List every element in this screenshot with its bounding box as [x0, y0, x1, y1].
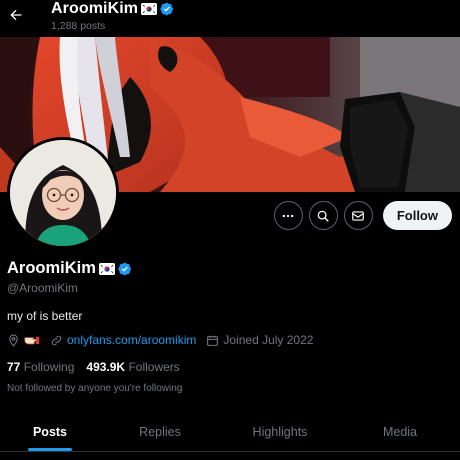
tab-media[interactable]: Media	[340, 412, 460, 451]
following-stat[interactable]: 77 Following	[7, 360, 74, 374]
pointing-hand-icon	[24, 336, 40, 345]
header-name: AroomiKim	[51, 0, 139, 17]
calendar-icon	[207, 335, 219, 346]
back-button[interactable]	[5, 4, 27, 26]
post-count: 1,288 posts	[51, 20, 106, 32]
website-link[interactable]: onlyfans.com/aroomikim	[67, 333, 196, 347]
search-icon	[318, 210, 330, 222]
display-name: AroomiKim	[7, 259, 96, 277]
top-bar: AroomiKim 1,288 posts	[0, 0, 460, 37]
tab-highlights[interactable]: Highlights	[220, 412, 340, 451]
followers-stat[interactable]: 493.9K Followers	[86, 360, 179, 374]
south-korea-flag-icon	[141, 3, 158, 15]
not-followed-notice: Not followed by anyone you're following	[7, 383, 183, 394]
location-pin-icon	[9, 334, 18, 347]
verified-badge-icon	[160, 2, 174, 16]
profile-name-row: AroomiKim	[7, 259, 132, 278]
profile-handle: @AroomiKim	[7, 281, 78, 295]
message-button[interactable]	[343, 201, 373, 230]
profile-website: onlyfans.com/aroomikim	[50, 333, 196, 347]
more-icon	[283, 214, 294, 217]
profile-location	[7, 334, 40, 347]
south-korea-flag-icon	[98, 262, 115, 275]
follow-button[interactable]: Follow	[382, 201, 452, 230]
tab-posts[interactable]: Posts	[0, 412, 100, 451]
arrow-left-icon	[10, 9, 22, 21]
profile-actions: Follow	[273, 201, 452, 230]
avatar[interactable]	[7, 137, 119, 249]
profile-joined: Joined July 2022	[206, 333, 313, 347]
follow-stats: 77 Following 493.9K Followers	[7, 360, 180, 374]
more-button[interactable]	[273, 201, 303, 230]
profile-meta: onlyfans.com/aroomikim Joined July 2022	[7, 333, 323, 347]
tab-replies[interactable]: Replies	[100, 412, 220, 451]
profile-tabs: Posts Replies Highlights Media	[0, 412, 460, 452]
joined-date: Joined July 2022	[223, 333, 314, 347]
link-icon	[51, 335, 62, 345]
envelope-icon	[352, 210, 365, 221]
followers-label: Followers	[128, 360, 180, 374]
followers-count: 493.9K	[86, 360, 126, 374]
profile-bio: my of is better	[7, 309, 83, 323]
following-count: 77	[7, 360, 21, 374]
search-button[interactable]	[308, 201, 338, 230]
following-label: Following	[23, 360, 75, 374]
header-title: AroomiKim	[51, 0, 174, 18]
verified-badge-icon	[118, 262, 132, 276]
